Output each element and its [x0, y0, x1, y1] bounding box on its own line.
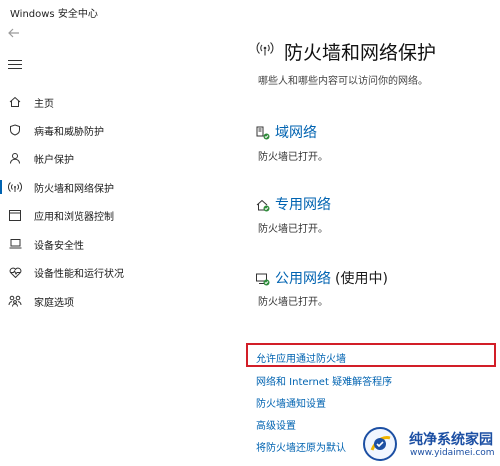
sidebar-item-device-performance[interactable]: 设备性能和运行状况: [0, 260, 225, 284]
domain-network-icon: [256, 125, 270, 140]
back-arrow-icon[interactable]: [7, 26, 23, 42]
network-public[interactable]: 公用网络 (使用中): [256, 268, 388, 288]
sidebar-item-label: 家庭选项: [34, 297, 74, 309]
home-icon: [8, 95, 22, 109]
network-name[interactable]: 域网络: [275, 122, 317, 142]
watermark-name: 纯净系统家园: [409, 432, 493, 448]
sidebar-item-label: 主页: [34, 98, 54, 110]
page-subtitle: 哪些人和哪些内容可以访问你的网络。: [258, 76, 428, 87]
network-name[interactable]: 专用网络: [275, 194, 331, 214]
restore-firewall-defaults-link[interactable]: 将防火墙还原为默认: [256, 439, 346, 454]
laptop-icon: [8, 237, 22, 251]
sidebar-item-firewall[interactable]: 防火墙和网络保护: [0, 175, 225, 199]
app-title: Windows 安全中心: [10, 9, 98, 20]
sidebar-item-home[interactable]: 主页: [0, 90, 225, 114]
network-private[interactable]: 专用网络: [256, 194, 331, 214]
sidebar-item-device-security[interactable]: 设备安全性: [0, 232, 225, 256]
advanced-settings-link[interactable]: 高级设置: [256, 417, 296, 432]
person-icon: [8, 151, 22, 165]
sidebar-item-label: 帐户保护: [34, 154, 74, 166]
network-troubleshooter-link[interactable]: 网络和 Internet 疑难解答程序: [256, 373, 392, 388]
shield-icon: [8, 123, 22, 137]
app-window-icon: [8, 208, 22, 222]
heart-icon: [8, 265, 22, 279]
sidebar-item-app-browser-control[interactable]: 应用和浏览器控制: [0, 203, 225, 227]
family-icon: [8, 294, 22, 308]
sidebar-item-family-options[interactable]: 家庭选项: [0, 289, 225, 313]
network-status: 防火墙已打开。: [258, 297, 328, 308]
sidebar-item-label: 应用和浏览器控制: [34, 211, 114, 223]
allow-app-through-firewall-link[interactable]: 允许应用通过防火墙: [256, 350, 346, 365]
watermark-url: www.yidaimei.com: [410, 448, 495, 458]
network-status: 防火墙已打开。: [258, 224, 328, 235]
sidebar-item-label: 防火墙和网络保护: [34, 183, 114, 195]
sidebar-item-label: 设备安全性: [34, 240, 84, 252]
sidebar-item-account-protection[interactable]: 帐户保护: [0, 146, 225, 170]
sidebar-item-label: 设备性能和运行状况: [34, 268, 124, 280]
watermark-logo-icon: [362, 426, 398, 462]
network-in-use-label: (使用中): [335, 271, 388, 287]
network-status: 防火墙已打开。: [258, 152, 328, 163]
page-title: 防火墙和网络保护: [284, 42, 437, 64]
sidebar-item-virus-protection[interactable]: 病毒和威胁防护: [0, 118, 225, 142]
hamburger-menu-icon[interactable]: [8, 60, 22, 70]
wireless-icon: [256, 40, 274, 58]
network-domain[interactable]: 域网络: [256, 122, 317, 142]
network-name[interactable]: 公用网络: [275, 268, 331, 288]
private-network-icon: [256, 197, 270, 212]
wireless-icon: [8, 180, 22, 194]
sidebar-item-label: 病毒和威胁防护: [34, 126, 104, 138]
public-network-icon: [256, 271, 270, 286]
firewall-notification-settings-link[interactable]: 防火墙通知设置: [256, 395, 326, 410]
